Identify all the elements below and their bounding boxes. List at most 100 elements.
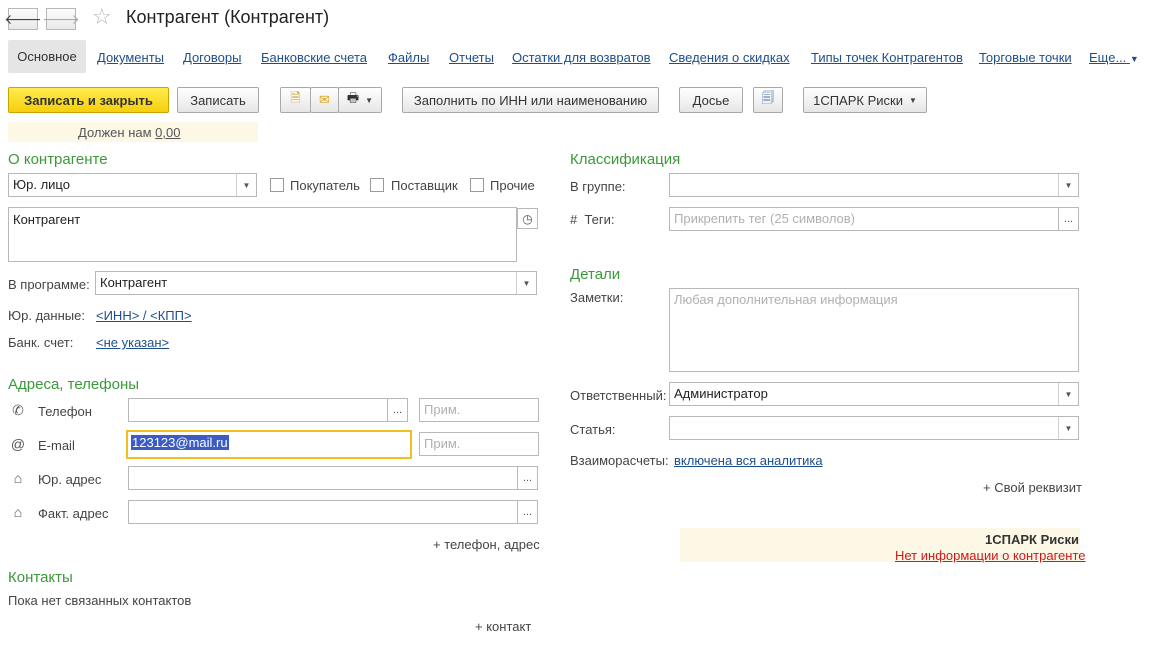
legal-address-select-button[interactable]: ... xyxy=(517,466,538,490)
settlements-link[interactable]: включена вся аналитика xyxy=(674,453,823,468)
chevron-down-icon[interactable]: ▼ xyxy=(516,272,536,294)
debt-text: Должен нам 0,00 xyxy=(78,125,180,140)
supplier-checkbox[interactable] xyxy=(370,178,384,192)
house-icon: ⌂ xyxy=(13,470,23,486)
phone-input[interactable] xyxy=(128,398,388,422)
printer-icon: 🖶 xyxy=(346,90,360,105)
attach-file-button[interactable]: 🗐 xyxy=(753,87,783,113)
notes-textarea[interactable]: Любая дополнительная информация xyxy=(669,288,1079,372)
email-button[interactable]: ✉ xyxy=(310,87,339,113)
tab-documents[interactable]: Документы xyxy=(97,50,164,65)
article-label: Статья: xyxy=(570,422,616,437)
favorite-star-icon[interactable]: ☆ xyxy=(92,4,112,30)
arrow-right-icon: 🡒 xyxy=(42,10,80,27)
email-value: 123123@mail.ru xyxy=(131,435,229,450)
print-button[interactable]: 🖶 ▼ xyxy=(338,87,382,113)
chevron-down-icon[interactable]: ▼ xyxy=(236,174,256,196)
tab-more[interactable]: Еще... ▼ xyxy=(1089,50,1139,65)
back-button[interactable]: 🡐 xyxy=(4,8,42,30)
contacts-empty-text: Пока нет связанных контактов xyxy=(8,593,192,608)
about-header: О контрагенте xyxy=(8,151,108,168)
entity-type-select[interactable]: Юр. лицо ▼ xyxy=(8,173,257,197)
bank-account-link[interactable]: <не указан> xyxy=(96,335,169,350)
tab-point-types[interactable]: Типы точек Контрагентов xyxy=(811,50,963,65)
debt-value[interactable]: 0,00 xyxy=(155,125,180,140)
in-program-select[interactable]: Контрагент ▼ xyxy=(95,271,537,295)
buyer-label: Покупатель xyxy=(290,178,360,193)
responsible-label: Ответственный: xyxy=(570,388,667,403)
chevron-down-icon[interactable]: ▼ xyxy=(1058,174,1078,196)
fact-address-select-button[interactable]: ... xyxy=(517,500,538,524)
phone-select-button[interactable]: ... xyxy=(387,398,408,422)
history-clock-icon: ◷ xyxy=(522,211,533,226)
group-select[interactable]: ▼ xyxy=(669,173,1079,197)
in-program-label: В программе: xyxy=(8,277,90,292)
fill-by-inn-button[interactable]: Заполнить по ИНН или наименованию xyxy=(402,87,659,113)
responsible-value: Администратор xyxy=(674,386,768,401)
legal-data-label: Юр. данные: xyxy=(8,308,85,323)
tab-files[interactable]: Файлы xyxy=(388,50,429,65)
file-scan-icon: 🗐 xyxy=(761,90,775,105)
responsible-select[interactable]: Администратор ▼ xyxy=(669,382,1079,406)
tab-return-balances[interactable]: Остатки для возвратов xyxy=(512,50,651,65)
legal-address-label: Юр. адрес xyxy=(38,472,102,487)
phone-note-input[interactable]: Прим. xyxy=(419,398,539,422)
notes-label: Заметки: xyxy=(570,290,624,305)
tab-reports[interactable]: Отчеты xyxy=(449,50,494,65)
legal-address-input[interactable] xyxy=(128,466,518,490)
legal-data-link[interactable]: <ИНН> / <КПП> xyxy=(96,308,192,323)
tab-bank-accounts[interactable]: Банковские счета xyxy=(261,50,367,65)
spark-risks-button[interactable]: 1СПАРК Риски ▼ xyxy=(803,87,927,113)
in-program-value: Контрагент xyxy=(100,275,168,290)
email-input[interactable]: 123123@mail.ru xyxy=(126,430,412,459)
contacts-header: Контакты xyxy=(8,569,73,586)
group-label: В группе: xyxy=(570,179,626,194)
spark-risks-label: 1СПАРК Риски xyxy=(813,92,903,108)
details-header: Детали xyxy=(570,266,621,283)
add-phone-address-link[interactable]: + телефон, адрес xyxy=(433,537,540,552)
tags-input[interactable]: Прикрепить тег (25 символов) xyxy=(669,207,1059,231)
name-textarea[interactable]: Контрагент xyxy=(8,207,517,262)
history-button[interactable]: ◷ xyxy=(517,208,538,229)
chevron-down-icon[interactable]: ▼ xyxy=(1058,383,1078,405)
phone-icon: ✆ xyxy=(12,402,24,418)
forward-button[interactable]: 🡒 xyxy=(42,8,80,30)
tab-more-label: Еще... xyxy=(1089,50,1127,65)
email-note-input[interactable]: Прим. xyxy=(419,432,539,456)
save-and-close-button[interactable]: Записать и закрыть xyxy=(8,87,169,113)
dossier-button[interactable]: Досье xyxy=(679,87,743,113)
tab-contracts[interactable]: Договоры xyxy=(183,50,241,65)
phone-label: Телефон xyxy=(38,404,92,419)
debt-label: Должен нам xyxy=(78,125,152,140)
arrow-left-icon: 🡐 xyxy=(4,10,42,27)
hash-icon: # xyxy=(570,212,578,227)
fact-address-input[interactable] xyxy=(128,500,518,524)
tab-discounts[interactable]: Сведения о скидках xyxy=(669,50,790,65)
buyer-checkbox[interactable] xyxy=(270,178,284,192)
tags-label-row: # Теги: xyxy=(570,212,615,227)
bank-account-label: Банк. счет: xyxy=(8,335,74,350)
spark-no-info-link[interactable]: Нет информации о контрагенте xyxy=(895,548,1086,563)
article-select[interactable]: ▼ xyxy=(669,416,1079,440)
addresses-header: Адреса, телефоны xyxy=(8,376,140,393)
at-icon: @ xyxy=(10,436,26,452)
chevron-down-icon: ▼ xyxy=(365,95,374,105)
chevron-down-icon: ▼ xyxy=(908,95,917,105)
tab-main[interactable]: Основное xyxy=(8,40,86,73)
save-button[interactable]: Записать xyxy=(177,87,259,113)
create-based-on-button[interactable]: 🗎 xyxy=(280,87,311,113)
other-checkbox[interactable] xyxy=(470,178,484,192)
envelope-icon: ✉ xyxy=(319,92,330,107)
add-contact-link[interactable]: + контакт xyxy=(475,619,531,634)
classification-header: Классификация xyxy=(570,151,681,168)
supplier-label: Поставщик xyxy=(391,178,458,193)
tab-trade-points[interactable]: Торговые точки xyxy=(979,50,1072,65)
house-icon: ⌂ xyxy=(13,504,23,520)
spark-panel-title: 1СПАРК Риски xyxy=(985,532,1079,547)
email-label: E-mail xyxy=(38,438,75,453)
chevron-down-icon[interactable]: ▼ xyxy=(1058,417,1078,439)
add-own-property-link[interactable]: + Свой реквизит xyxy=(983,480,1082,495)
fact-address-label: Факт. адрес xyxy=(38,506,109,521)
tags-select-button[interactable]: ... xyxy=(1058,207,1079,231)
chevron-down-icon: ▼ xyxy=(1129,54,1139,64)
